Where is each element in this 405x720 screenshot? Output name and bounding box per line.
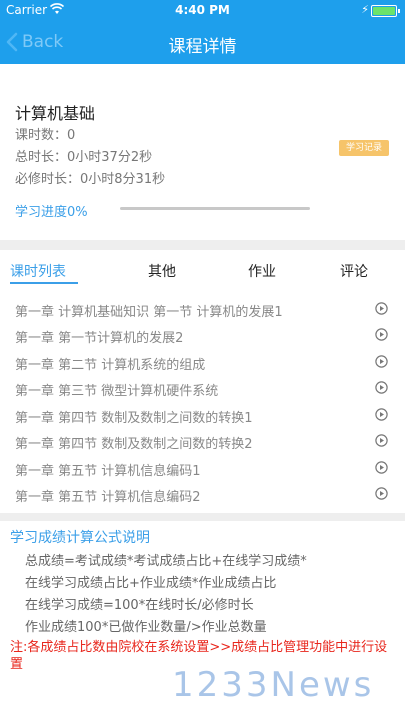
charging-icon: ⚡ [361,3,369,16]
course-info: 计算机基础 课时数：0 总时长：0小时37分2秒 必修时长：0小时8分31秒 学… [0,64,405,240]
status-bar: Carrier 4:40 PM ⚡ [0,0,405,20]
list-item[interactable]: 第一章 第四节 数制及数制之间数的转换2 [0,428,405,454]
lesson-title: 第一章 第四节 数制及数制之间数的转换1 [15,411,253,426]
list-item[interactable]: 第一章 第五节 计算机信息编码1 [0,455,405,481]
progress-bar [120,207,310,210]
page-title: 课程详情 [168,37,237,57]
formula-title: 学习成绩计算公式说明 [10,530,150,546]
list-item[interactable]: 第一章 第二节 计算机系统的组成 [0,349,405,375]
play-icon[interactable] [375,434,388,447]
list-item[interactable]: 第一章 第一节计算机的发展2 [0,322,405,348]
active-tab-indicator [10,282,78,284]
section-divider [0,240,405,250]
tab-comments[interactable]: 评论 [340,261,368,281]
lessons-count: 课时数：0 [15,128,76,143]
play-icon[interactable] [375,328,388,341]
play-icon[interactable] [375,461,388,474]
lesson-title: 第一章 第四节 数制及数制之间数的转换2 [15,437,253,452]
lesson-title: 第一章 第五节 计算机信息编码1 [15,464,201,479]
tab-bar: 课时列表 其他 作业 评论 [0,250,405,288]
list-item[interactable]: 第一章 计算机基础知识 第一节 计算机的发展1 [0,296,405,322]
tab-other[interactable]: 其他 [148,261,176,281]
section-divider [0,513,405,521]
list-item[interactable]: 第一章 第五节 计算机信息编码2 [0,481,405,507]
tab-homework[interactable]: 作业 [248,261,276,281]
play-icon[interactable] [375,381,388,394]
course-title: 计算机基础 [15,104,96,123]
play-icon[interactable] [375,355,388,368]
formula-line: 总成绩=考试成绩*考试成绩占比+在线学习成绩* [25,554,307,569]
play-icon[interactable] [375,408,388,421]
status-time: 4:40 PM [175,3,230,17]
progress-label: 学习进度0% [15,205,88,220]
list-item[interactable]: 第一章 第四节 数制及数制之间数的转换1 [0,402,405,428]
formula-line: 在线学习成绩占比+作业成绩*作业成绩占比 [25,576,277,591]
total-duration: 总时长：0小时37分2秒 [15,150,153,165]
play-icon[interactable] [375,302,388,315]
list-item[interactable]: 第一章 第三节 微型计算机硬件系统 [0,375,405,401]
grade-formula-section: 学习成绩计算公式说明 总成绩=考试成绩*考试成绩占比+在线学习成绩* 在线学习成… [0,521,405,720]
play-icon[interactable] [375,487,388,500]
lesson-title: 第一章 第一节计算机的发展2 [15,331,184,346]
watermark: 1233News [172,665,375,705]
study-record-button[interactable]: 学习记录 [339,140,389,156]
required-duration: 必修时长：0小时8分31秒 [15,172,166,187]
lesson-title: 第一章 第五节 计算机信息编码2 [15,490,201,505]
formula-line: 在线学习成绩=100*在线时长/必修时长 [25,598,254,613]
lesson-title: 第一章 第三节 微型计算机硬件系统 [15,384,219,399]
battery-icon [371,5,400,17]
lesson-title: 第一章 第二节 计算机系统的组成 [15,358,206,373]
formula-line: 作业成绩100*已做作业数量/>作业总数量 [25,620,267,635]
navigation-bar: Carrier 4:40 PM ⚡ Back 课程详情 [0,0,405,64]
lesson-title: 第一章 计算机基础知识 第一节 计算机的发展1 [15,305,283,320]
tab-lesson-list[interactable]: 课时列表 [10,261,66,281]
